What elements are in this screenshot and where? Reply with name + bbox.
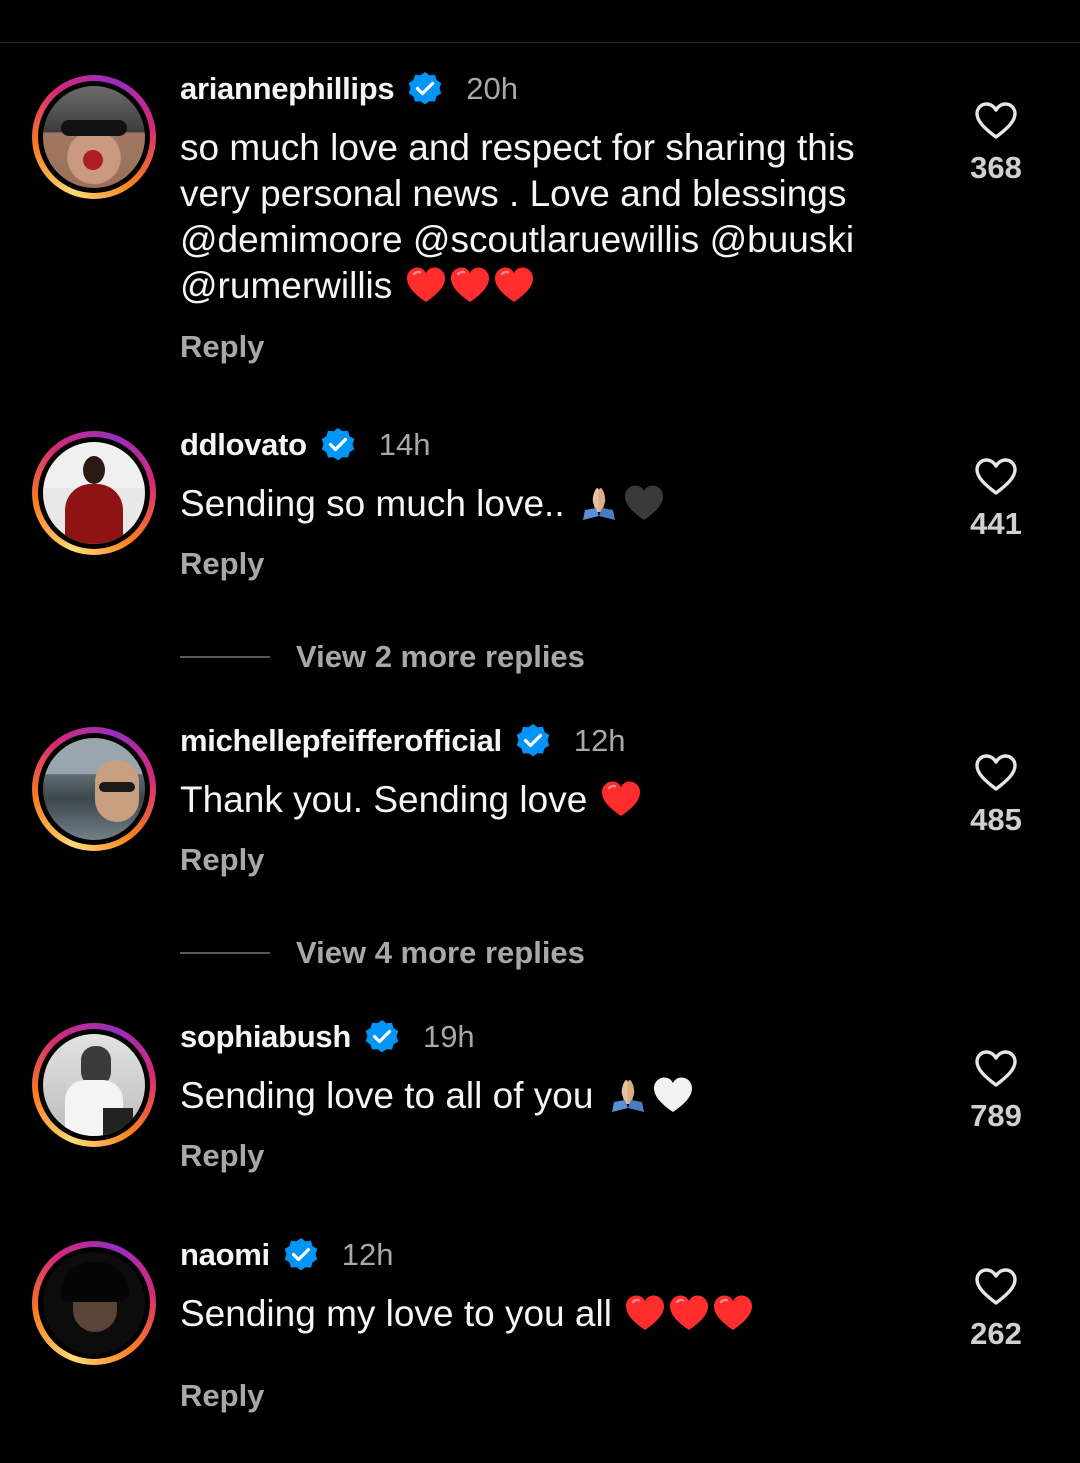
avatar	[43, 1034, 145, 1136]
verified-badge-icon	[407, 70, 444, 107]
comment-text: Sending love to all of you	[180, 1073, 920, 1119]
timestamp: 12h	[573, 723, 626, 758]
timestamp: 20h	[466, 71, 519, 106]
white-heart-icon	[653, 1077, 692, 1112]
like-button[interactable]: 368	[956, 100, 1036, 186]
red-heart-icon	[405, 266, 446, 304]
view-more-replies[interactable]: View 4 more replies	[180, 933, 585, 973]
avatar	[43, 738, 145, 840]
username[interactable]: naomi	[180, 1237, 270, 1273]
heart-outline-icon[interactable]	[974, 752, 1018, 794]
red-heart-icon	[600, 780, 641, 818]
red-heart-icon	[625, 1294, 666, 1332]
comment-text: Thank you. Sending love	[180, 777, 920, 823]
view-more-replies[interactable]: View 2 more replies	[180, 637, 585, 677]
comment-text: Sending my love to you all	[180, 1291, 920, 1337]
black-heart-icon	[624, 485, 663, 520]
like-count: 262	[970, 1316, 1022, 1351]
heart-outline-icon[interactable]	[974, 456, 1018, 498]
heart-outline-icon[interactable]	[974, 1048, 1018, 1090]
avatar	[43, 1252, 145, 1354]
avatar-ring[interactable]	[32, 1241, 156, 1365]
like-count: 368	[970, 150, 1022, 185]
view-more-label[interactable]: View 2 more replies	[296, 639, 585, 675]
like-count: 789	[970, 1098, 1022, 1133]
heart-outline-icon[interactable]	[974, 1266, 1018, 1308]
avatar-ring[interactable]	[32, 1023, 156, 1147]
heart-outline-icon[interactable]	[974, 100, 1018, 142]
comment-text: so much love and respect for sharing thi…	[180, 127, 855, 306]
avatar	[43, 442, 145, 544]
red-heart-icon	[449, 266, 490, 304]
timestamp: 19h	[422, 1019, 475, 1054]
avatar-ring[interactable]	[32, 727, 156, 851]
verified-badge-icon	[514, 722, 551, 759]
reply-button[interactable]: Reply	[180, 1138, 264, 1174]
like-button[interactable]: 789	[956, 1048, 1036, 1134]
folded-hands-icon	[611, 1080, 644, 1112]
reply-button[interactable]: Reply	[180, 329, 264, 365]
red-heart-icon	[669, 1294, 710, 1332]
divider-line	[180, 656, 270, 658]
like-count: 485	[970, 802, 1022, 837]
reply-button[interactable]: Reply	[180, 546, 264, 582]
like-button[interactable]: 485	[956, 752, 1036, 838]
avatar-ring[interactable]	[32, 431, 156, 555]
view-more-label[interactable]: View 4 more replies	[296, 935, 585, 971]
username[interactable]: ddlovato	[180, 427, 307, 463]
reply-button[interactable]: Reply	[180, 842, 264, 878]
username[interactable]: ariannephillips	[180, 71, 395, 107]
comment-text: Sending so much love..	[180, 481, 920, 527]
timestamp: 14h	[378, 427, 431, 462]
like-button[interactable]: 262	[956, 1266, 1036, 1352]
like-button[interactable]: 441	[956, 456, 1036, 542]
red-heart-icon	[493, 266, 534, 304]
red-heart-icon	[713, 1294, 754, 1332]
folded-hands-icon	[582, 488, 615, 520]
timestamp: 12h	[341, 1237, 394, 1272]
reply-button[interactable]: Reply	[180, 1378, 264, 1414]
verified-badge-icon	[282, 1236, 319, 1273]
verified-badge-icon	[319, 426, 356, 462]
top-divider	[0, 42, 1080, 43]
username[interactable]: sophiabush	[180, 1019, 351, 1055]
verified-badge-icon	[364, 1018, 400, 1055]
avatar-ring[interactable]	[32, 75, 156, 199]
like-count: 441	[970, 506, 1022, 541]
avatar	[43, 86, 145, 188]
username[interactable]: michellepfeifferofficial	[180, 723, 502, 759]
divider-line	[180, 952, 270, 954]
